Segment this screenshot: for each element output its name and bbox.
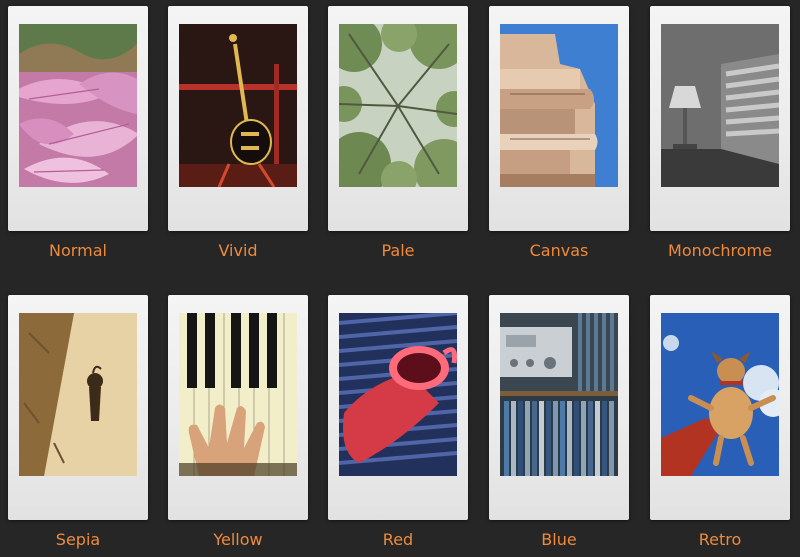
filter-option-canvas[interactable]: Canvas bbox=[489, 6, 629, 260]
instant-photo-frame bbox=[168, 6, 308, 231]
filter-label: Red bbox=[382, 530, 414, 549]
guitar-photo bbox=[179, 24, 297, 187]
filter-label: Vivid bbox=[218, 241, 258, 260]
lamp-window-photo bbox=[661, 24, 779, 187]
radio-records-photo bbox=[500, 313, 618, 476]
dog-jumping-photo bbox=[661, 313, 779, 476]
instant-photo-frame bbox=[650, 6, 790, 231]
filter-option-blue[interactable]: Blue bbox=[489, 295, 629, 549]
pink-leaves-photo bbox=[19, 24, 137, 187]
filter-option-monochrome[interactable]: Monochrome bbox=[650, 6, 790, 260]
filter-option-yellow[interactable]: Yellow bbox=[168, 295, 308, 549]
instant-photo-frame bbox=[8, 6, 148, 231]
filter-option-red[interactable]: Red bbox=[328, 295, 468, 549]
filter-label: Retro bbox=[698, 530, 742, 549]
building-balconies-photo bbox=[500, 24, 618, 187]
filter-label: Monochrome bbox=[668, 241, 772, 260]
filter-label: Sepia bbox=[55, 530, 101, 549]
piano-hand-photo bbox=[179, 313, 297, 476]
filter-label: Canvas bbox=[529, 241, 589, 260]
filter-option-vivid[interactable]: Vivid bbox=[168, 6, 308, 260]
filter-option-retro[interactable]: Retro bbox=[650, 295, 790, 549]
instant-photo-frame bbox=[328, 295, 468, 520]
filter-label: Blue bbox=[541, 530, 577, 549]
filter-label: Normal bbox=[49, 241, 107, 260]
filter-option-sepia[interactable]: Sepia bbox=[8, 295, 148, 549]
filter-option-normal[interactable]: Normal bbox=[8, 6, 148, 260]
filter-label: Pale bbox=[381, 241, 415, 260]
instant-photo-frame bbox=[8, 295, 148, 520]
filter-label: Yellow bbox=[213, 530, 263, 549]
coffee-cup-photo bbox=[339, 313, 457, 476]
instant-photo-frame bbox=[168, 295, 308, 520]
instant-photo-frame bbox=[489, 295, 629, 520]
instant-photo-frame bbox=[650, 295, 790, 520]
sepia-shadow-photo bbox=[19, 313, 137, 476]
filter-option-pale[interactable]: Pale bbox=[328, 6, 468, 260]
instant-photo-frame bbox=[328, 6, 468, 231]
instant-photo-frame bbox=[489, 6, 629, 231]
tree-canopy-photo bbox=[339, 24, 457, 187]
filter-grid: Normal Vivid Pale Canvas Monochrome Sepi… bbox=[0, 0, 800, 557]
